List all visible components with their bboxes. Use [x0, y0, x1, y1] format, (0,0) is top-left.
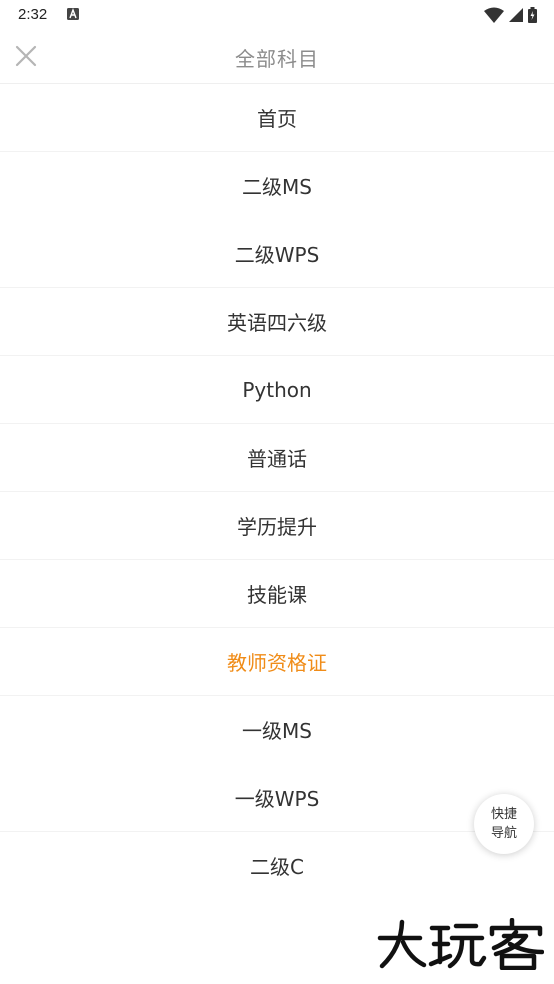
subject-label: 一级WPS [234, 787, 320, 811]
signal-icon [509, 8, 523, 22]
subject-item-level2-ms[interactable]: 二级MS [0, 152, 554, 220]
a-notification-icon [67, 8, 79, 20]
wifi-icon [484, 7, 504, 23]
subject-item-home[interactable]: 首页 [0, 84, 554, 152]
subject-item-level1-ms[interactable]: 一级MS [0, 696, 554, 764]
subject-item-teacher-cert[interactable]: 教师资格证 [0, 628, 554, 696]
subject-label: Python [242, 377, 312, 402]
subject-label: 英语四六级 [227, 311, 327, 335]
page-title: 全部科目 [235, 47, 319, 71]
subject-list: 首页 二级MS 二级WPS 英语四六级 Python 普通话 学历提升 技能课 … [0, 84, 554, 900]
subject-item-python[interactable]: Python [0, 356, 554, 424]
battery-icon [528, 7, 537, 23]
watermark-logo [377, 918, 544, 970]
subject-label: 普通话 [247, 447, 307, 471]
header: 全部科目 [0, 30, 554, 84]
subject-item-skills[interactable]: 技能课 [0, 560, 554, 628]
quick-nav-button[interactable]: 快捷 导航 [474, 794, 534, 854]
status-time: 2:32 [18, 6, 48, 23]
quick-nav-label-line2: 导航 [490, 826, 517, 841]
subject-item-level1-wps[interactable]: 一级WPS [0, 764, 554, 832]
subject-item-level2-wps[interactable]: 二级WPS [0, 220, 554, 288]
status-icons [484, 6, 537, 24]
quick-nav-label-line1: 快捷 [490, 807, 517, 822]
subject-label: 一级MS [242, 719, 312, 743]
subject-label: 学历提升 [237, 515, 317, 539]
subject-label: 技能课 [247, 583, 307, 607]
subject-label: 教师资格证 [227, 651, 327, 675]
status-bar: 2:32 [0, 0, 554, 30]
subject-label: 二级C [250, 855, 304, 879]
subject-label: 二级WPS [234, 243, 320, 267]
subject-item-degree[interactable]: 学历提升 [0, 492, 554, 560]
subject-label: 首页 [257, 107, 297, 131]
subject-item-mandarin[interactable]: 普通话 [0, 424, 554, 492]
subject-item-level2-c[interactable]: 二级C [0, 832, 554, 900]
subject-label: 二级MS [242, 175, 312, 199]
subject-item-cet[interactable]: 英语四六级 [0, 288, 554, 356]
